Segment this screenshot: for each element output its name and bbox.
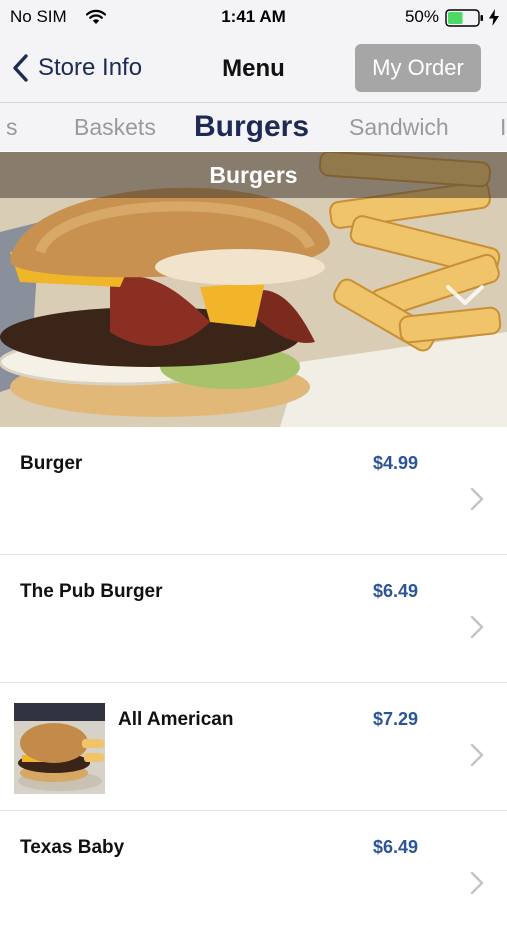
back-button[interactable]: Store Info: [10, 50, 142, 86]
chevron-right-icon: [470, 487, 484, 511]
menu-item-the-pub-burger[interactable]: The Pub Burger $6.49: [0, 555, 507, 683]
category-hero: Burgers: [0, 152, 507, 427]
back-label: Store Info: [38, 54, 143, 81]
menu-item-texas-baby[interactable]: Texas Baby $6.49: [0, 811, 507, 938]
category-tabs: s Baskets Burgers Sandwich I: [0, 103, 507, 151]
chevron-right-icon: [470, 615, 484, 639]
item-name: The Pub Burger: [20, 581, 163, 602]
tab-burgers[interactable]: Burgers: [194, 103, 309, 151]
item-name: Burger: [20, 453, 83, 474]
item-price: $6.49: [373, 581, 419, 601]
my-order-button[interactable]: My Order: [355, 44, 481, 92]
nav-bar: Store Info Menu My Order: [0, 36, 507, 103]
tab-sandwich[interactable]: Sandwich: [349, 103, 449, 151]
tab-partial-left[interactable]: s: [6, 103, 18, 151]
chevron-right-icon: [470, 743, 484, 767]
battery-fill: [448, 12, 463, 24]
tab-baskets[interactable]: Baskets: [74, 103, 156, 151]
menu-list: Burger $4.99 The Pub Burger $6.49 All Am…: [0, 427, 507, 938]
charging-icon: [489, 9, 499, 26]
status-bar: No SIM 1:41 AM 50%: [0, 0, 507, 36]
battery-percent: 50%: [404, 7, 439, 26]
battery-icon: [445, 9, 483, 27]
item-thumbnail: [14, 703, 105, 794]
item-name: Texas Baby: [20, 837, 125, 858]
chevron-down-icon[interactable]: [444, 282, 486, 308]
item-name: All American: [118, 709, 234, 730]
chevron-left-icon: [13, 54, 28, 82]
item-price: $6.49: [373, 837, 419, 857]
item-price: $4.99: [373, 453, 419, 473]
chevron-right-icon: [470, 871, 484, 895]
menu-item-all-american[interactable]: All American $7.29: [0, 683, 507, 811]
tab-partial-right[interactable]: I: [500, 103, 506, 151]
hero-title: Burgers: [209, 162, 298, 188]
menu-item-burger[interactable]: Burger $4.99: [0, 427, 507, 555]
item-price: $7.29: [373, 709, 419, 729]
